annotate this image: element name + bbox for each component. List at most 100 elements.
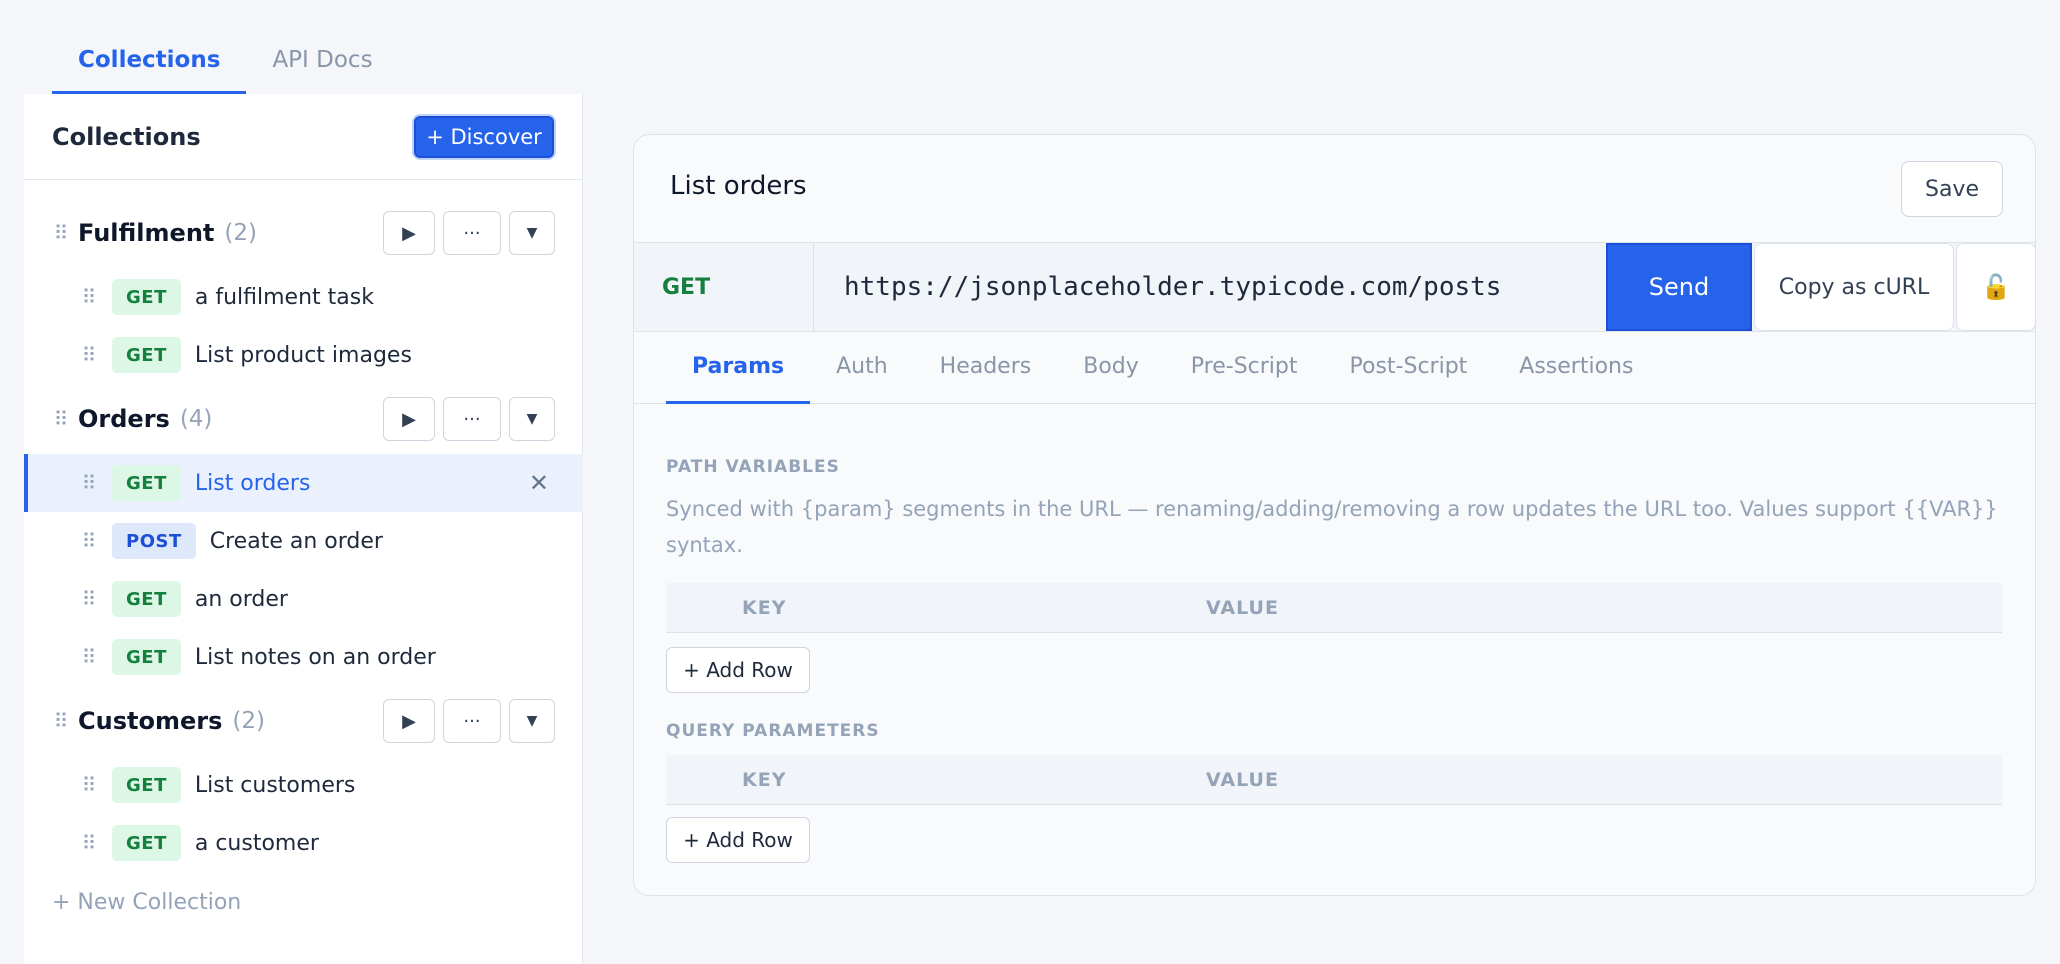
request-item[interactable]: ⠿ GET List customers [24,756,583,814]
tab-auth[interactable]: Auth [810,332,914,404]
tab-api-docs[interactable]: API Docs [246,28,398,94]
sidebar: Collections + Discover ⠿ Fulfilment (2) … [24,94,583,964]
value-column-header: VALUE [1206,769,1279,791]
lock-button[interactable]: 🔓 [1956,243,2035,331]
drag-handle-icon[interactable]: ⠿ [78,645,98,669]
collection-more-button[interactable]: ··· [443,211,501,255]
chevron-down-icon: ▼ [526,411,538,427]
collection-expand-button[interactable]: ▼ [509,699,555,743]
query-parameters-label: QUERY PARAMETERS [666,721,880,741]
request-panel: List orders Save GET Send Copy as cURL 🔓… [633,134,2036,896]
request-name: a customer [194,830,319,856]
request-name: List orders [194,470,311,496]
url-input[interactable] [814,243,1612,331]
collection-expand-button[interactable]: ▼ [509,211,555,255]
play-icon: ▶ [402,222,416,244]
request-item[interactable]: ⠿ GET List product images [24,326,583,384]
group-name: Fulfilment [78,219,215,247]
tab-headers[interactable]: Headers [914,332,1058,404]
play-icon: ▶ [402,710,416,732]
method-badge: GET [112,825,181,861]
run-collection-button[interactable]: ▶ [383,397,435,441]
method-badge: GET [112,639,181,675]
request-item[interactable]: ⠿ GET a fulfilment task [24,268,583,326]
value-column-header: VALUE [1206,597,1279,619]
tab-collections[interactable]: Collections [52,28,247,94]
request-title: List orders [670,171,807,201]
path-variables-help: Synced with {param} segments in the URL … [666,497,1998,557]
drag-handle-icon[interactable]: ⠿ [78,773,98,797]
run-collection-button[interactable]: ▶ [383,211,435,255]
tab-body[interactable]: Body [1057,332,1165,404]
method-badge: POST [112,523,196,559]
key-column-header: KEY [742,597,787,619]
request-item[interactable]: ⠿ GET List notes on an order [24,628,583,686]
url-bar: GET Send Copy as cURL 🔓 [634,242,2035,332]
request-item[interactable]: ⠿ GET a customer [24,814,583,872]
tab-params[interactable]: Params [666,332,811,404]
drag-handle-icon[interactable]: ⠿ [50,709,70,733]
group-name: Orders [78,405,170,433]
group-count: (4) [179,406,213,432]
request-name: Create an order [209,528,383,554]
collection-more-button[interactable]: ··· [443,397,501,441]
close-icon[interactable]: ✕ [529,469,549,497]
sidebar-title: Collections [52,122,201,151]
path-variables-table-header: KEY VALUE [666,583,2002,633]
request-tabs: Params Auth Headers Body Pre-Script Post… [634,332,2035,404]
request-item-active[interactable]: ⠿ GET List orders ✕ [24,454,583,512]
group-count: (2) [232,708,265,734]
group-name: Customers [78,707,223,735]
drag-handle-icon[interactable]: ⠿ [78,343,98,367]
method-badge: GET [112,581,181,617]
tab-pre-script[interactable]: Pre-Script [1165,332,1324,404]
method-select[interactable]: GET [634,243,814,331]
save-button[interactable]: Save [1901,161,2003,217]
play-icon: ▶ [402,408,416,430]
drag-handle-icon[interactable]: ⠿ [78,471,98,495]
collection-group-customers[interactable]: ⠿ Customers (2) ▶ ··· ▼ [24,692,583,750]
unlock-icon: 🔓 [1981,273,2011,301]
request-name: List customers [194,772,356,798]
run-collection-button[interactable]: ▶ [383,699,435,743]
sidebar-header: Collections + Discover [24,94,582,180]
top-tabs: Collections API Docs [52,28,399,94]
method-badge: GET [112,465,181,501]
tab-post-script[interactable]: Post-Script [1324,332,1494,404]
request-name: a fulfilment task [194,284,374,310]
chevron-down-icon: ▼ [526,225,538,241]
drag-handle-icon[interactable]: ⠿ [78,285,98,309]
more-icon: ··· [463,222,481,244]
collection-group-fulfilment[interactable]: ⠿ Fulfilment (2) ▶ ··· ▼ [24,204,583,262]
drag-handle-icon[interactable]: ⠿ [78,587,98,611]
request-item[interactable]: ⠿ POST Create an order [24,512,583,570]
request-name: an order [194,586,288,612]
collection-group-orders[interactable]: ⠿ Orders (4) ▶ ··· ▼ [24,390,583,448]
method-badge: GET [112,337,181,373]
query-parameters-table-header: KEY VALUE [666,755,2002,805]
more-icon: ··· [463,710,481,732]
request-name: List notes on an order [194,644,436,670]
group-count: (2) [224,220,257,246]
method-badge: GET [112,767,181,803]
drag-handle-icon[interactable]: ⠿ [78,831,98,855]
copy-curl-button[interactable]: Copy as cURL [1754,243,1954,331]
discover-button[interactable]: + Discover [414,115,554,158]
drag-handle-icon[interactable]: ⠿ [50,407,70,431]
add-path-variable-button[interactable]: + Add Row [666,647,810,693]
new-collection-link[interactable]: + New Collection [52,890,241,915]
add-query-parameter-button[interactable]: + Add Row [666,817,810,863]
more-icon: ··· [463,408,481,430]
collection-more-button[interactable]: ··· [443,699,501,743]
request-name: List product images [194,342,412,368]
request-item[interactable]: ⠿ GET an order [24,570,583,628]
send-button[interactable]: Send [1606,243,1752,331]
tab-assertions[interactable]: Assertions [1493,332,1659,404]
method-badge: GET [112,279,181,315]
drag-handle-icon[interactable]: ⠿ [50,221,70,245]
collection-expand-button[interactable]: ▼ [509,397,555,441]
request-header: List orders Save [634,135,2035,242]
key-column-header: KEY [742,769,787,791]
drag-handle-icon[interactable]: ⠿ [78,529,98,553]
chevron-down-icon: ▼ [526,713,538,729]
